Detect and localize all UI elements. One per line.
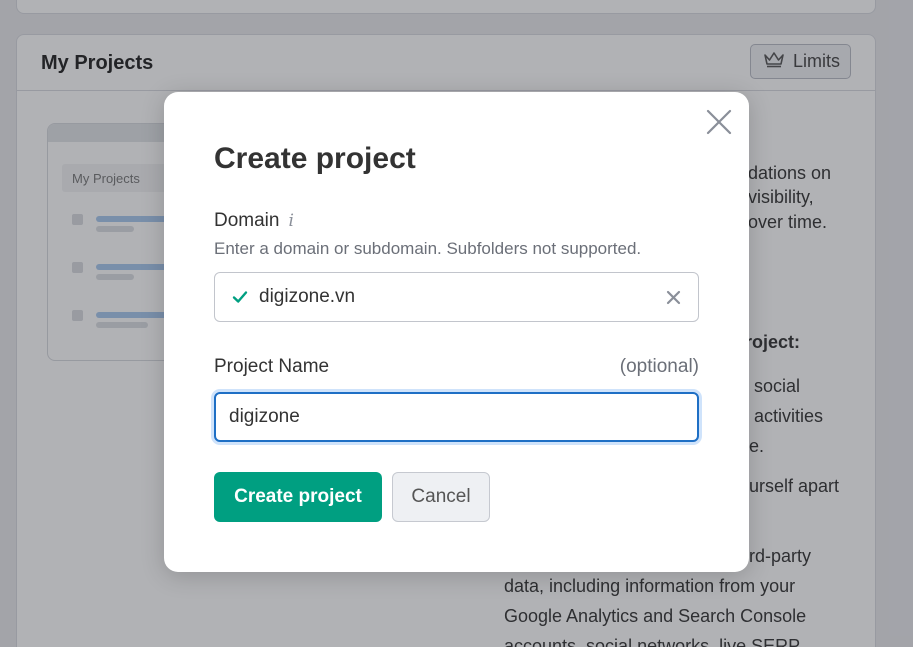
domain-label: Domain [214,210,280,231]
domain-label-row: Domain i [214,210,294,232]
project-name-value: digizone [229,406,300,427]
domain-value: digizone.vn [259,286,356,307]
close-button[interactable] [705,108,733,136]
dialog-title: Create project [214,142,416,175]
check-icon [232,291,248,303]
optional-label: (optional) [619,356,699,377]
project-name-input[interactable]: digizone [214,392,699,442]
domain-hint: Enter a domain or subdomain. Subfolders … [214,239,642,258]
clear-icon[interactable] [665,289,682,306]
close-icon [706,109,732,135]
create-project-dialog: Create project Domain i Enter a domain or… [164,92,749,572]
create-project-button[interactable]: Create project [214,472,382,522]
domain-field[interactable]: digizone.vn [214,272,699,322]
info-icon[interactable]: i [288,211,293,231]
cancel-button[interactable]: Cancel [392,472,490,522]
project-name-label: Project Name [214,356,330,377]
